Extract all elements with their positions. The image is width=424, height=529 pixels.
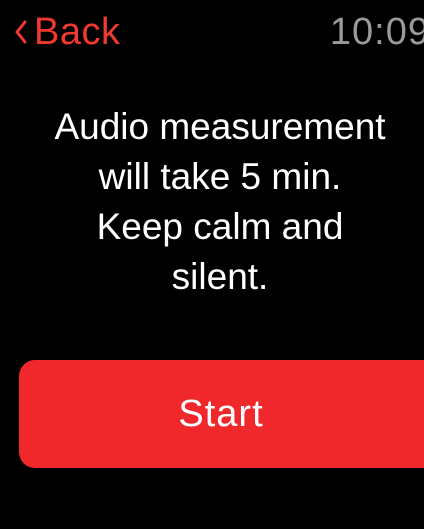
message-line: silent. bbox=[171, 256, 269, 297]
back-label: Back bbox=[34, 11, 121, 53]
status-bar: Back 10:09 bbox=[0, 0, 424, 70]
message-line: Audio measurement bbox=[54, 106, 386, 147]
back-button[interactable]: Back bbox=[14, 10, 120, 54]
instruction-message: Audio measurement will take 5 min. Keep … bbox=[20, 102, 420, 302]
chevron-left-icon bbox=[15, 20, 27, 44]
clock-time: 10:09 bbox=[329, 11, 424, 53]
message-line: Keep calm and bbox=[96, 206, 344, 247]
start-button[interactable]: Start bbox=[19, 360, 424, 468]
message-line: will take 5 min. bbox=[98, 156, 342, 197]
